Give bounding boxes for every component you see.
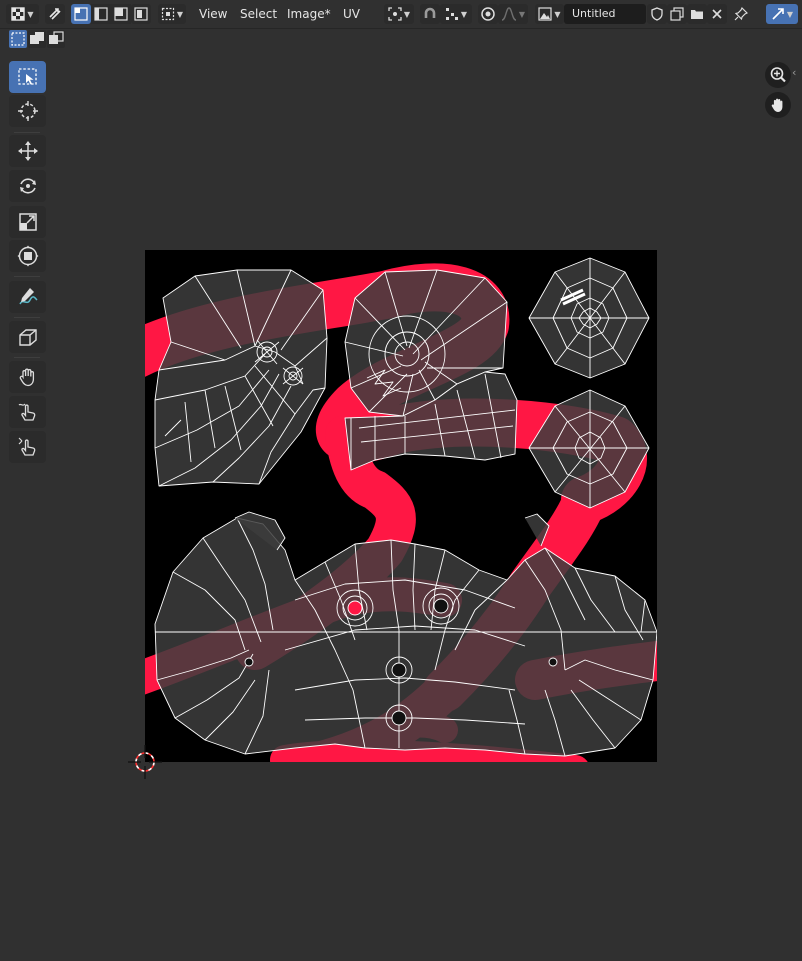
menu-view[interactable]: View xyxy=(193,4,233,24)
sticky-select-mode-button[interactable]: ▼ xyxy=(158,4,186,24)
tool-annotate[interactable] xyxy=(9,281,46,313)
select-new-icon xyxy=(11,32,25,46)
chevron-down-icon: ▼ xyxy=(518,9,526,19)
chevron-down-icon: ▼ xyxy=(27,9,34,19)
tool-select-box[interactable] xyxy=(9,61,46,93)
select-box-icon xyxy=(17,68,37,85)
new-image-icon xyxy=(670,7,684,21)
select-mode-subtract-button[interactable] xyxy=(47,30,65,48)
zoom-view-button[interactable] xyxy=(765,62,791,88)
uv-canvas[interactable] xyxy=(145,250,657,762)
pivot-icon xyxy=(388,7,402,21)
image-browse-icon xyxy=(538,7,553,21)
tool-move[interactable] xyxy=(9,135,46,167)
hand-icon xyxy=(771,98,783,112)
fake-user-button[interactable] xyxy=(647,4,667,24)
pan-view-button[interactable] xyxy=(765,92,791,118)
chevron-down-icon: ▼ xyxy=(554,9,561,19)
uv-editor-header: ▼ ▼ View Select Image* UV ▼ ▼ ▼ ▼ Untitl… xyxy=(0,0,802,29)
uv-2d-cursor[interactable] xyxy=(126,743,164,781)
relax-icon xyxy=(18,403,35,421)
menu-uv[interactable]: UV xyxy=(337,4,366,24)
face-select-button[interactable] xyxy=(111,4,131,24)
toolbar-divider xyxy=(14,317,40,318)
chevron-left-icon[interactable]: ‹ xyxy=(792,66,796,79)
cursor-icon xyxy=(17,101,38,121)
tool-transform[interactable] xyxy=(9,240,46,272)
unlink-image-button[interactable] xyxy=(707,4,727,24)
sync-selection-button[interactable] xyxy=(45,4,65,24)
pivot-point-button[interactable]: ▼ xyxy=(384,4,414,24)
menu-image[interactable]: Image* xyxy=(281,4,337,24)
tool-rip-region[interactable] xyxy=(9,321,46,353)
transform-icon xyxy=(17,245,38,267)
chevron-down-icon: ▼ xyxy=(403,9,411,19)
select-mode-new-button[interactable] xyxy=(9,30,27,48)
gizmo-icon xyxy=(772,8,784,20)
shield-icon xyxy=(651,7,663,21)
chevron-down-icon: ▼ xyxy=(460,9,468,19)
tool-rotate[interactable] xyxy=(9,170,46,202)
chevron-down-icon: ▼ xyxy=(176,9,184,19)
proportional-falloff-button[interactable]: ▼ xyxy=(498,4,528,24)
tool-cursor[interactable] xyxy=(9,95,46,127)
proportional-edit-icon xyxy=(481,7,495,21)
uv-editor-icon xyxy=(11,7,26,21)
browse-image-button[interactable]: ▼ xyxy=(535,4,564,24)
rip-region-icon xyxy=(18,329,37,346)
menu-select[interactable]: Select xyxy=(234,4,283,24)
tool-relax[interactable] xyxy=(9,396,46,428)
gizmo-toggle-button[interactable]: ▼ xyxy=(766,4,798,24)
vertex-select-button[interactable] xyxy=(71,4,91,24)
pin-icon xyxy=(734,7,748,21)
face-select-icon xyxy=(114,7,128,21)
island-select-button[interactable] xyxy=(131,4,151,24)
proportional-edit-button[interactable] xyxy=(478,4,498,24)
toolbar-divider xyxy=(14,357,40,358)
select-extend-icon xyxy=(30,32,44,44)
move-icon xyxy=(17,141,38,161)
snap-toggle-button[interactable] xyxy=(420,4,440,24)
magnet-icon xyxy=(424,7,436,18)
zoom-icon xyxy=(770,67,786,83)
toolbar-divider xyxy=(14,276,40,277)
select-mode-extend-button[interactable] xyxy=(28,30,46,48)
tool-scale[interactable] xyxy=(9,206,46,238)
image-name-field[interactable]: Untitled xyxy=(564,4,646,24)
new-image-button[interactable] xyxy=(667,4,687,24)
vertex-select-icon xyxy=(74,7,88,21)
snap-increment-icon xyxy=(445,8,458,20)
sticky-select-icon xyxy=(161,7,175,21)
open-image-button[interactable] xyxy=(687,4,707,24)
pinch-icon xyxy=(18,437,35,456)
snap-target-button[interactable]: ▼ xyxy=(440,4,472,24)
edge-select-button[interactable] xyxy=(91,4,111,24)
rotate-icon xyxy=(19,178,36,194)
folder-icon xyxy=(691,10,703,19)
tool-grab[interactable] xyxy=(9,361,46,393)
toolbar-divider xyxy=(14,132,40,133)
island-select-icon xyxy=(134,7,148,21)
scale-icon xyxy=(18,213,37,231)
editor-type-button[interactable]: ▼ xyxy=(6,4,39,24)
pin-image-button[interactable] xyxy=(731,4,751,24)
sync-selection-icon xyxy=(49,8,61,20)
chevron-down-icon: ▼ xyxy=(786,9,794,19)
close-icon xyxy=(712,9,722,19)
select-subtract-icon xyxy=(49,31,64,44)
grab-icon xyxy=(19,368,34,387)
annotate-icon xyxy=(18,288,38,305)
falloff-curve-icon xyxy=(501,7,517,21)
tool-pinch[interactable] xyxy=(9,431,46,463)
edge-select-icon xyxy=(94,7,108,21)
